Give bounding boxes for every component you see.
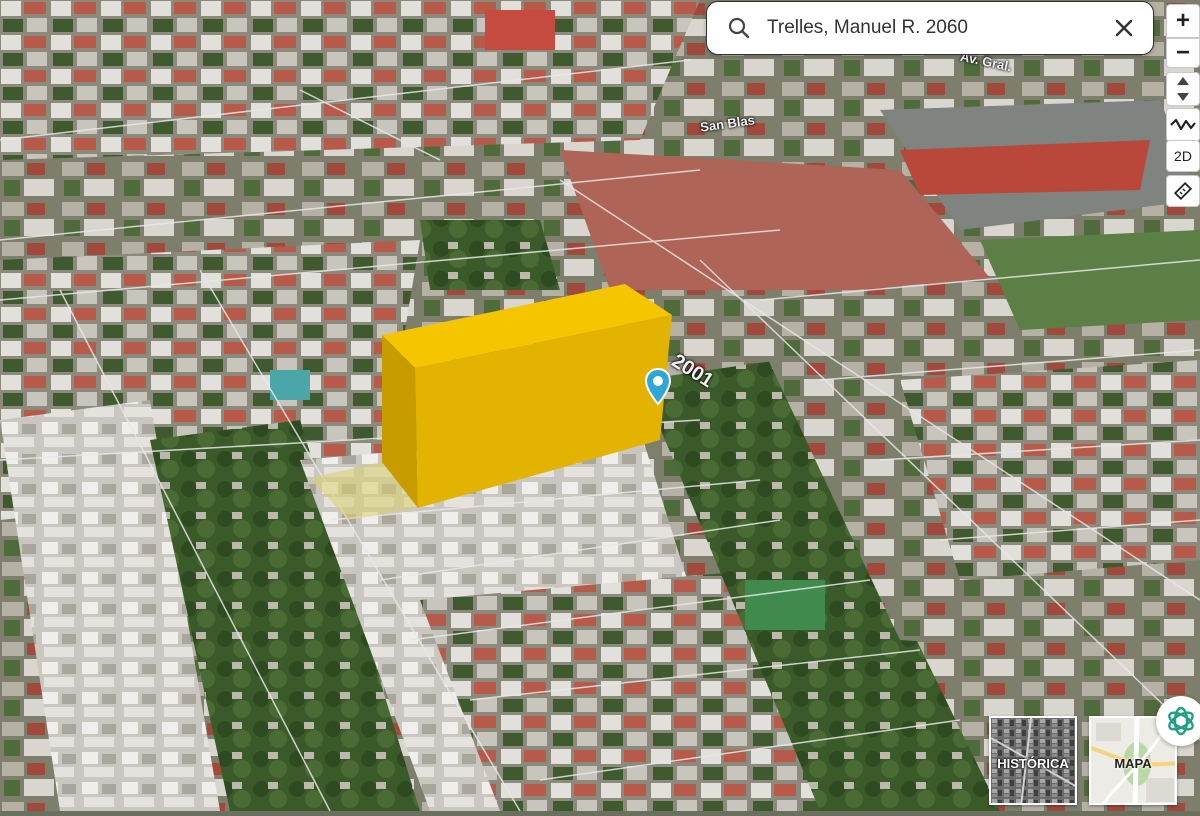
basemap-historica[interactable]: HISTÓRICA [989,716,1077,805]
basemap-mapa-label: MAPA [1114,756,1152,771]
map-canvas[interactable]: 2001 San Blas Av. Gral. [0,0,1200,812]
search-bar [706,1,1154,55]
assistant-button[interactable] [1156,696,1200,746]
close-icon [1115,19,1133,37]
assistant-icon [1168,706,1194,736]
basemap-historica-label: HISTÓRICA [997,756,1069,771]
terrain-button[interactable] [1166,108,1200,142]
terrain-icon [1170,118,1196,131]
clear-search-button[interactable] [1107,11,1141,45]
zoom-out-button[interactable]: − [1166,38,1200,68]
zoom-in-button[interactable]: + [1166,4,1200,38]
measure-icon [1173,181,1193,201]
search-icon [728,17,750,39]
location-pin-icon[interactable] [644,367,672,411]
tilt-button[interactable] [1166,72,1200,106]
aerial-imagery [0,0,1200,812]
tilt-icon [1177,77,1189,101]
view-2d-button[interactable]: 2D [1166,140,1200,172]
search-input[interactable] [765,16,1107,40]
measure-button[interactable] [1166,175,1200,207]
